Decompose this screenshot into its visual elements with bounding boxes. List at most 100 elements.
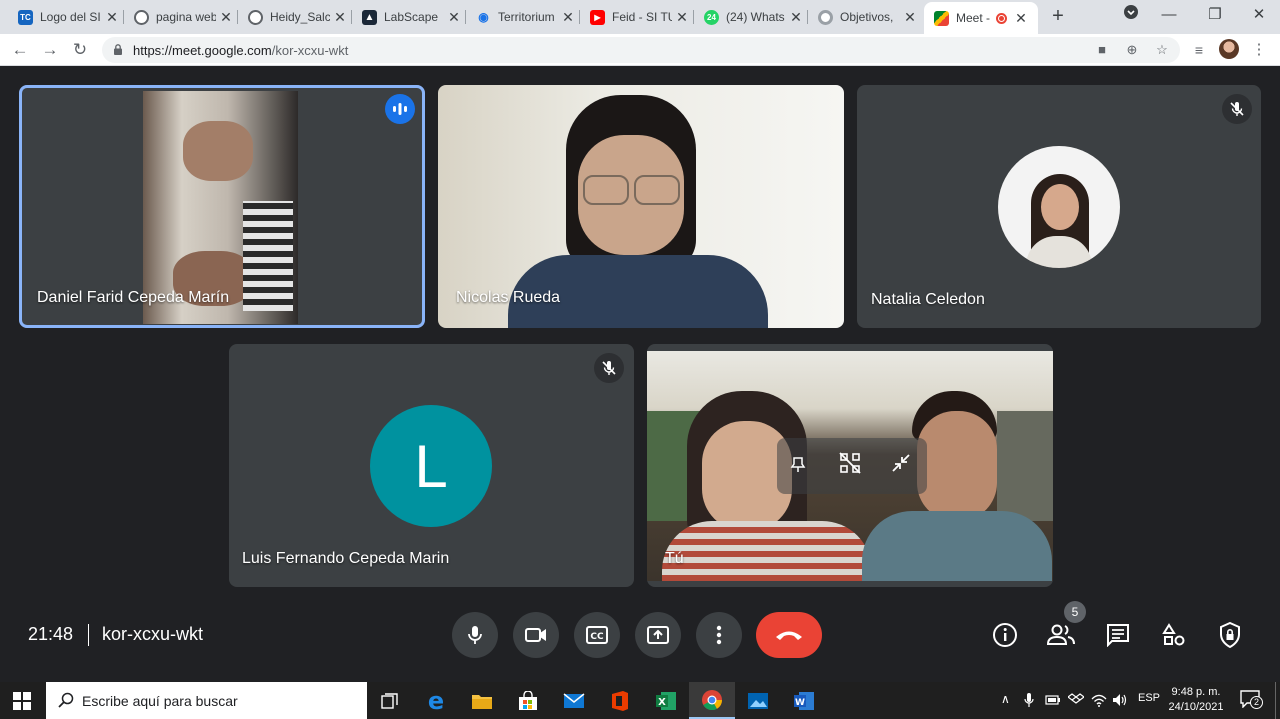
mail-icon[interactable] [551, 682, 597, 719]
tab-labscape[interactable]: ▲ LabScape ✕ [352, 4, 466, 30]
meet-icon [934, 10, 949, 26]
participant-tile-self[interactable]: Tú [647, 344, 1053, 587]
mic-off-icon [1222, 94, 1252, 124]
excel-icon[interactable]: X [643, 682, 689, 719]
menu-dots-icon[interactable]: ⋮ [1248, 39, 1270, 61]
video-camera-icon [525, 628, 546, 642]
participant-name: Luis Fernando Cepeda Marin [242, 550, 450, 567]
loading-icon [818, 9, 833, 25]
captions-button[interactable]: CC [574, 612, 620, 658]
close-icon[interactable]: ✕ [334, 9, 346, 26]
url-host: https://meet.google.com [133, 43, 272, 58]
notification-count: 2 [1250, 696, 1263, 709]
pin-icon[interactable] [786, 452, 810, 476]
svg-text:X: X [658, 697, 666, 708]
tab-logo[interactable]: TC Logo del SI ✕ [8, 4, 124, 30]
people-icon[interactable] [1047, 621, 1075, 649]
tab-territorium[interactable]: ◉ Territorium ✕ [466, 4, 580, 30]
tab-label: (24) Whats [726, 10, 785, 24]
svg-text:W: W [795, 698, 805, 708]
whatsapp-icon: 24 [704, 9, 719, 25]
activities-icon[interactable] [1160, 621, 1188, 649]
hide-self-view-icon[interactable] [837, 450, 863, 476]
office-icon[interactable] [597, 682, 643, 719]
search-placeholder: Escribe aquí para buscar [82, 693, 238, 709]
bookmark-star-icon[interactable]: ☆ [1154, 42, 1170, 58]
task-view-icon[interactable] [367, 682, 413, 719]
participant-tile-nicolas[interactable]: Nicolas Rueda [438, 85, 844, 328]
chevron-up-icon[interactable]: ∧ [1001, 692, 1010, 706]
hang-up-icon [776, 631, 802, 640]
back-icon[interactable]: ← [9, 39, 31, 61]
present-screen-icon [647, 626, 669, 644]
participant-name: Nicolas Rueda [456, 289, 561, 306]
edge-icon[interactable]: e [413, 682, 459, 719]
tab-label: Heidy_Salc [270, 10, 330, 24]
mic-button[interactable] [452, 612, 498, 658]
zoom-icon[interactable]: ⊕ [1124, 42, 1140, 58]
leave-call-button[interactable] [756, 612, 822, 658]
dropbox-icon[interactable] [1068, 693, 1084, 707]
reload-icon[interactable]: ↻ [69, 39, 91, 61]
close-icon[interactable]: ✕ [904, 9, 916, 26]
forward-icon[interactable]: → [39, 39, 61, 61]
url-text: https://meet.google.com/kor-xcxu-wkt [133, 43, 348, 58]
participant-count-badge: 5 [1064, 601, 1086, 623]
tab-whatsapp[interactable]: 24 (24) Whats ✕ [694, 4, 808, 30]
meeting-clock: 21:48 [28, 624, 74, 644]
notifications-icon[interactable]: 2 [1240, 690, 1263, 710]
taskbar-search-field[interactable]: Escribe aquí para buscar [46, 682, 367, 719]
close-icon[interactable]: ✕ [106, 9, 118, 26]
meeting-details-icon[interactable] [991, 621, 1019, 649]
new-tab-icon[interactable]: + [1048, 5, 1068, 27]
photos-icon[interactable] [735, 682, 781, 719]
host-controls-icon[interactable] [1216, 621, 1244, 649]
close-icon[interactable]: ✕ [1015, 10, 1027, 27]
language-indicator[interactable]: ESP [1138, 692, 1160, 704]
minimize-icon[interactable]: — [1158, 4, 1180, 26]
close-icon[interactable]: ✕ [790, 9, 802, 26]
minimize-self-view-icon[interactable] [888, 450, 914, 476]
tab-pagina-web[interactable]: pagina web ✕ [124, 4, 238, 30]
search-icon [58, 692, 74, 708]
battery-icon[interactable] [1045, 695, 1061, 705]
participant-tile-daniel[interactable]: Daniel Farid Cepeda Marín [19, 85, 425, 328]
participant-tile-luis[interactable]: L Luis Fernando Cepeda Marin [229, 344, 634, 587]
participant-tile-natalia[interactable]: Natalia Celedon [857, 85, 1261, 328]
chat-icon[interactable] [1104, 621, 1132, 649]
taskbar-clock[interactable]: 9:48 p. m. 24/10/2021 [1163, 685, 1229, 715]
store-icon[interactable] [505, 682, 551, 719]
url-path: /kor-xcxu-wkt [271, 43, 349, 58]
tab-search-icon[interactable] [1120, 4, 1142, 26]
camera-button[interactable] [513, 612, 559, 658]
taskbar-date: 24/10/2021 [1168, 701, 1224, 713]
labscape-icon: ▲ [362, 9, 377, 25]
present-button[interactable] [635, 612, 681, 658]
show-desktop-button[interactable] [1275, 682, 1280, 719]
wifi-icon[interactable] [1091, 693, 1107, 707]
word-icon[interactable]: W [781, 682, 827, 719]
windows-start-icon[interactable] [13, 692, 31, 710]
tab-objetivos[interactable]: Objetivos, ✕ [808, 4, 922, 30]
close-icon[interactable]: ✕ [448, 9, 460, 26]
profile-avatar[interactable] [1219, 39, 1239, 59]
volume-icon[interactable] [1112, 693, 1128, 707]
close-icon[interactable]: ✕ [676, 9, 688, 26]
reading-list-icon[interactable]: ≡ [1188, 39, 1210, 61]
camera-icon[interactable]: ■ [1094, 42, 1110, 58]
close-icon[interactable]: ✕ [562, 9, 574, 26]
tab-feid[interactable]: ▶ Feid - SI TU ✕ [580, 4, 694, 30]
recording-icon [996, 12, 1008, 24]
chrome-icon[interactable] [689, 682, 735, 719]
close-window-icon[interactable]: ✕ [1248, 4, 1270, 26]
microphone-tray-icon[interactable] [1024, 692, 1034, 708]
url-field[interactable]: https://meet.google.com/kor-xcxu-wkt ■ ⊕… [102, 37, 1180, 63]
more-options-button[interactable] [696, 612, 742, 658]
taskbar-time: 9:48 p. m. [1171, 686, 1221, 698]
tab-heidy[interactable]: Heidy_Salc ✕ [238, 4, 352, 30]
avatar: L [370, 405, 492, 527]
close-icon[interactable]: ✕ [220, 9, 232, 26]
restore-icon[interactable]: ❐ [1204, 4, 1226, 26]
file-explorer-icon[interactable] [459, 682, 505, 719]
tab-meet[interactable]: Meet - ✕ [924, 2, 1038, 34]
